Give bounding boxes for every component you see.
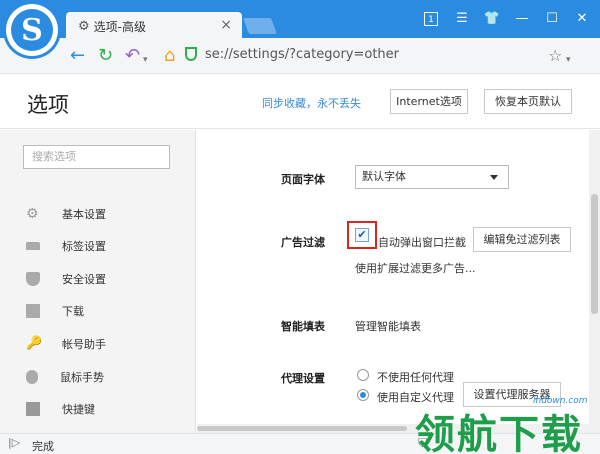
- restore-defaults-button[interactable]: 恢复本页默认: [484, 89, 572, 114]
- popup-block-checkbox[interactable]: ✔: [355, 228, 369, 242]
- gear-icon: ⚙: [78, 18, 90, 34]
- download-icon: [26, 304, 40, 318]
- manage-autofill-link[interactable]: 管理智能填表: [355, 318, 421, 334]
- sidebar-item-label: 安全设置: [62, 273, 106, 286]
- proxy-custom-radio[interactable]: [357, 389, 369, 401]
- highlight-box: ✔: [347, 221, 377, 249]
- settings-content: 页面字体 默认字体 广告过滤 ✔ 自动弹出窗口拦截 编辑免过滤列表 使用扩展过滤…: [197, 130, 589, 433]
- watermark-text: 领航下载: [415, 412, 583, 454]
- skin-icon[interactable]: 👕: [482, 10, 502, 28]
- sidebar-toggle-icon[interactable]: |▷: [8, 436, 20, 449]
- favorite-dropdown-icon[interactable]: ▾: [566, 50, 571, 70]
- chevron-down-icon: [490, 175, 498, 180]
- shield-icon: [26, 272, 40, 286]
- adblock-hint[interactable]: 使用扩展过滤更多广告...: [355, 260, 476, 276]
- tab-icon: [26, 242, 40, 250]
- close-window-icon[interactable]: ✕: [572, 10, 592, 28]
- sidebar-item-download[interactable]: 下载: [0, 298, 195, 324]
- sidebar-item-account[interactable]: 🔑 帐号助手: [0, 331, 195, 357]
- font-select-value: 默认字体: [362, 170, 406, 183]
- key-icon: 🔑: [26, 336, 43, 351]
- security-shield-icon[interactable]: [185, 47, 197, 61]
- mouse-icon: [26, 370, 38, 384]
- sidebar-item-label: 基本设置: [62, 208, 106, 221]
- tab-title: 选项-高级: [93, 19, 146, 34]
- page-title: 选项: [27, 93, 69, 117]
- adblock-label: 广告过滤: [281, 236, 325, 249]
- search-input[interactable]: 搜索选项: [23, 145, 170, 169]
- vertical-scrollbar[interactable]: [589, 130, 600, 433]
- minimize-icon[interactable]: —: [512, 10, 532, 28]
- back-icon[interactable]: ←: [70, 46, 85, 66]
- proxy-none-radio[interactable]: [357, 369, 369, 381]
- url-field[interactable]: se://settings/?category=other: [205, 47, 399, 62]
- sidebar-item-security[interactable]: 安全设置: [0, 266, 195, 292]
- sidebar-item-label: 帐号助手: [62, 338, 106, 351]
- proxy-none-label: 不使用任何代理: [377, 371, 454, 384]
- chevron-down-icon[interactable]: ▾: [143, 50, 148, 70]
- sidebar: 搜索选项 ⚙ 基本设置 标签设置 安全设置 下载 🔑 帐号助手 鼠标手势 快捷键: [0, 130, 196, 433]
- address-bar: ← ↻ ↶ ▾ ⌂ se://settings/?category=other …: [0, 38, 600, 74]
- title-bar: ⚙ 选项-高级 × 1 ☰ 👕 — ☐ ✕: [0, 0, 600, 40]
- sidebar-item-shortcut[interactable]: 快捷键: [0, 396, 195, 422]
- home-icon[interactable]: ⌂: [164, 46, 175, 66]
- new-tab-button[interactable]: [243, 18, 277, 34]
- favorite-star-icon[interactable]: ☆: [548, 46, 562, 66]
- status-text: 完成: [32, 440, 54, 453]
- sidebar-item-label: 标签设置: [62, 240, 106, 253]
- sidebar-item-basic[interactable]: ⚙ 基本设置: [0, 201, 195, 227]
- sidebar-item-label: 快捷键: [62, 403, 95, 416]
- watermark: lhdown.com 领航下载: [415, 396, 595, 454]
- sogou-logo: S: [6, 4, 58, 56]
- sync-link[interactable]: 同步收藏，永不丢失: [262, 95, 361, 111]
- font-select[interactable]: 默认字体: [355, 165, 509, 189]
- reader-icon[interactable]: 1: [424, 12, 438, 26]
- font-label: 页面字体: [281, 173, 325, 186]
- proxy-label: 代理设置: [281, 372, 325, 385]
- autofill-label: 智能填表: [281, 320, 325, 333]
- gear-icon: ⚙: [26, 206, 39, 222]
- sidebar-item-label: 鼠标手势: [60, 371, 104, 384]
- popup-block-label: 自动弹出窗口拦截: [378, 236, 466, 249]
- sidebar-item-tabs[interactable]: 标签设置: [0, 233, 195, 259]
- scroll-thumb[interactable]: [197, 426, 407, 431]
- tab-settings[interactable]: ⚙ 选项-高级 ×: [66, 12, 242, 40]
- sidebar-item-mouse[interactable]: 鼠标手势: [0, 364, 195, 390]
- settings-header: 选项 同步收藏，永不丢失 Internet选项 恢复本页默认: [0, 74, 600, 129]
- menu-icon[interactable]: ☰: [452, 10, 472, 28]
- shortcut-icon: [26, 402, 40, 416]
- refresh-icon[interactable]: ↻: [98, 46, 113, 66]
- maximize-icon[interactable]: ☐: [542, 10, 562, 28]
- edit-whitelist-button[interactable]: 编辑免过滤列表: [473, 227, 571, 252]
- sidebar-item-label: 下载: [62, 305, 84, 318]
- undo-icon[interactable]: ↶: [125, 46, 140, 66]
- internet-options-button[interactable]: Internet选项: [390, 89, 468, 114]
- close-tab-icon[interactable]: ×: [220, 17, 232, 33]
- scroll-thumb[interactable]: [591, 194, 598, 314]
